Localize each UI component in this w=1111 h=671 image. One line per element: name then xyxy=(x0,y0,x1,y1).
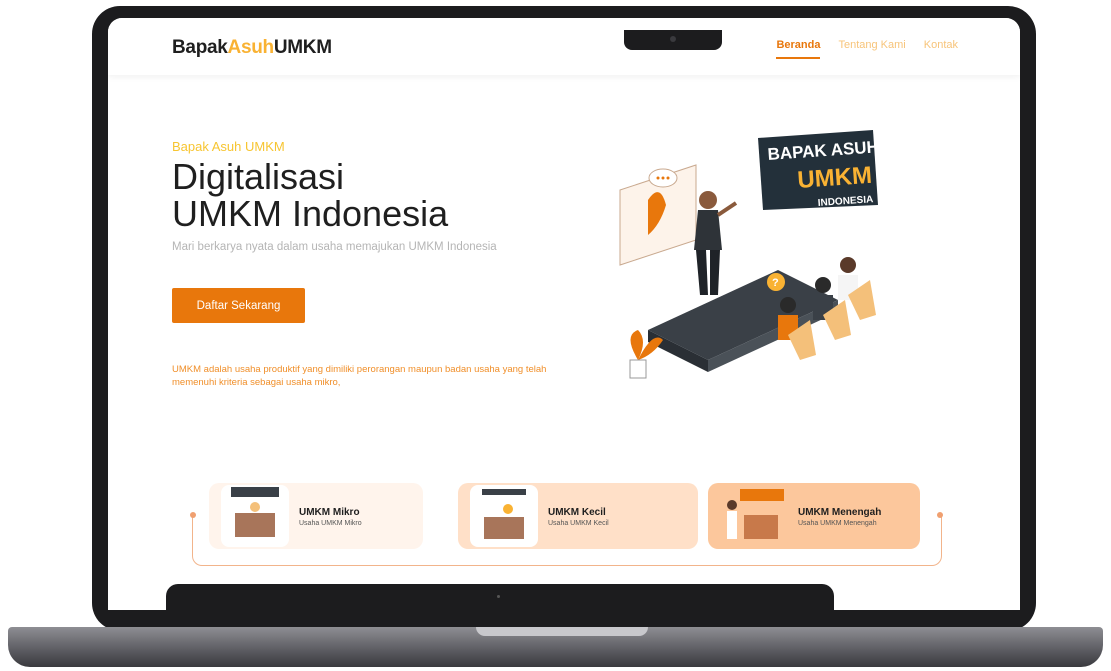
hero-eyebrow: Bapak Asuh UMKM xyxy=(172,139,285,154)
nav-link-tentang-kami[interactable]: Tentang Kami xyxy=(838,39,905,59)
audience-illustration: ? xyxy=(767,257,876,360)
hero-title-line-1: Digitalisasi xyxy=(172,156,345,197)
logo-text-bapak: Bapak xyxy=(172,37,228,58)
preview-camera-dot xyxy=(497,595,500,598)
screen-notch xyxy=(624,30,722,50)
nav-link-beranda[interactable]: Beranda xyxy=(776,39,821,59)
stall-mikro-icon xyxy=(221,485,289,547)
badge-text-line-2: UMKM xyxy=(797,162,873,194)
logo-text-asuh: Asuh xyxy=(227,37,275,58)
category-card-mikro[interactable]: UMKM Mikro Usaha UMKM Mikro xyxy=(209,483,423,549)
nav-link-kontak[interactable]: Kontak xyxy=(924,39,958,59)
nav-links: Beranda Tentang Kami Kontak xyxy=(776,39,958,59)
presenter-illustration xyxy=(694,191,738,295)
category-card-menengah[interactable]: UMKM Menengah Usaha UMKM Menengah xyxy=(708,483,920,549)
hero-subtitle: Mari berkarya nyata dalam usaha memajuka… xyxy=(172,241,497,253)
site-logo[interactable]: BapakAsuhUMKM xyxy=(172,37,332,59)
svg-text:?: ? xyxy=(772,277,779,289)
timeline-dot-right xyxy=(937,512,943,518)
brand-badge: BAPAK ASUH UMKM INDONESIA xyxy=(758,130,879,210)
store-menengah-icon xyxy=(720,485,788,547)
hero-title-line-2: UMKM Indonesia xyxy=(172,193,449,234)
timeline-dot-left xyxy=(190,512,196,518)
category-card-kecil[interactable]: UMKM Kecil Usaha UMKM Kecil xyxy=(458,483,698,549)
category-title-menengah: UMKM Menengah xyxy=(798,507,882,518)
whiteboard-illustration xyxy=(619,164,697,266)
browser-screen: BapakAsuhUMKM Beranda Tentang Kami Konta… xyxy=(108,18,1020,610)
hero-illustration: BAPAK ASUH UMKM INDONESIA ? xyxy=(619,130,879,379)
navbar: BapakAsuhUMKM Beranda Tentang Kami Konta… xyxy=(108,18,1020,75)
daftar-sekarang-button[interactable]: Daftar Sekarang xyxy=(172,288,305,323)
category-subtitle-mikro: Usaha UMKM Mikro xyxy=(299,520,362,527)
hero-title: Digitalisasi UMKM Indonesia xyxy=(172,158,532,232)
category-subtitle-menengah: Usaha UMKM Menengah xyxy=(798,520,877,527)
logo-text-umkm: UMKM xyxy=(273,37,332,58)
laptop-base-groove xyxy=(476,627,648,636)
stall-kecil-icon xyxy=(470,485,538,547)
camera-icon xyxy=(670,36,676,42)
category-title-kecil: UMKM Kecil xyxy=(548,507,606,518)
category-title-mikro: UMKM Mikro xyxy=(299,507,360,518)
next-section-preview xyxy=(166,584,834,610)
category-subtitle-kecil: Usaha UMKM Kecil xyxy=(548,520,609,527)
hero-description: UMKM adalah usaha produktif yang dimilik… xyxy=(172,364,547,388)
